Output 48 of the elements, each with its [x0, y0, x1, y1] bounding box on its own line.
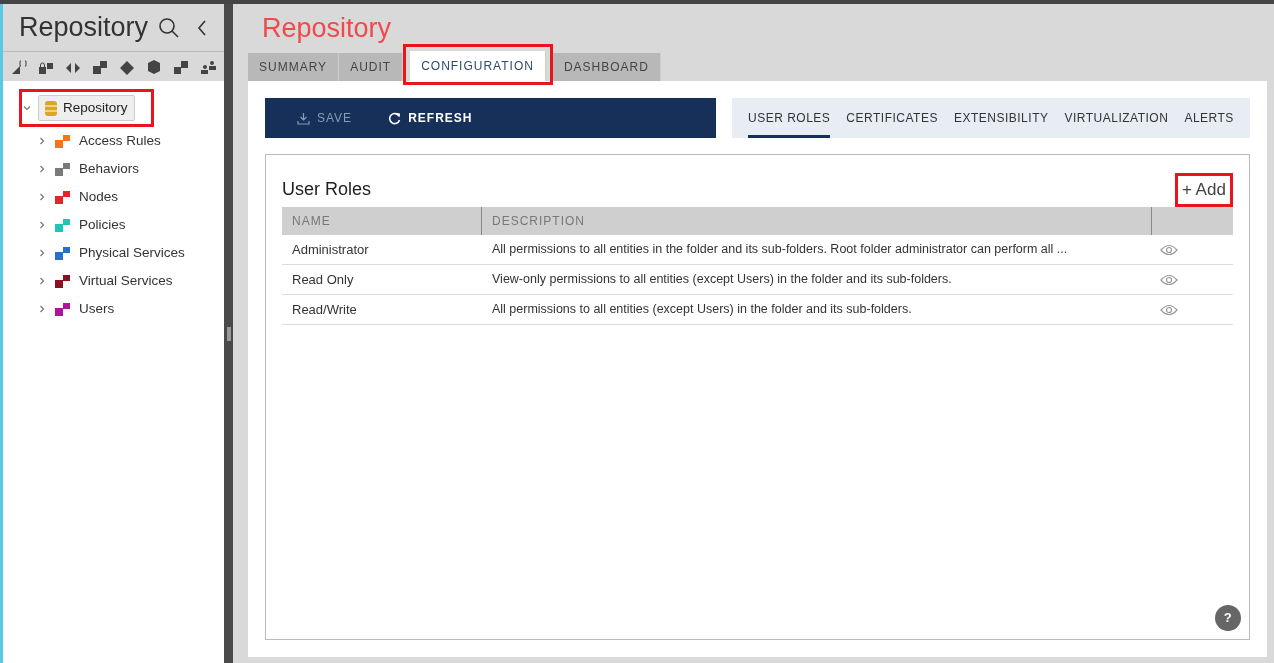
refresh-button[interactable]: REFRESH [388, 109, 473, 127]
page-title: Repository [261, 12, 393, 45]
tree-item[interactable]: Physical Services [79, 243, 185, 264]
table-cell-text: Read/Write [291, 300, 358, 319]
panel-title: User Roles [282, 178, 372, 201]
tab[interactable]: SUMMARY [248, 53, 340, 81]
search-icon[interactable] [158, 16, 180, 39]
table-cell-text: All permissions to all entities (except Users) in the folder and its sub-folders. [491, 301, 913, 319]
chevron-right-icon[interactable] [37, 304, 47, 315]
table-cell-text: View-only permissions to all entities (except Users) in the folder and its sub-folders. [491, 271, 953, 289]
tree-root-item[interactable]: Repository [38, 95, 135, 122]
download-icon [297, 111, 310, 125]
resize-handle[interactable] [226, 326, 231, 341]
subtab[interactable]: USER ROLES [748, 98, 831, 138]
chevron-right-icon[interactable] [37, 192, 47, 203]
help-button[interactable]: ? [1214, 605, 1241, 631]
eye-icon[interactable] [1160, 273, 1178, 286]
table-cell-text: Read Only [291, 270, 355, 289]
triangle-braces-icon[interactable] [10, 57, 28, 76]
subtab[interactable]: ALERTS [1184, 98, 1234, 138]
eye-icon[interactable] [1160, 243, 1178, 256]
column-header: NAME [282, 207, 482, 235]
sidebar-title: Repository [19, 11, 150, 45]
column-header: DESCRIPTION [482, 207, 1152, 235]
subtab[interactable]: VIRTUALIZATION [1064, 98, 1169, 138]
table-cell-text: Administrator [291, 240, 370, 259]
add-button[interactable]: + Add [1179, 178, 1228, 202]
table-cell-text: All permissions to all entities in the folder and its sub-folders. Root folder administrator can perform all ... [491, 241, 1069, 259]
subtab[interactable]: EXTENSIBILITY [953, 98, 1049, 138]
tree-item[interactable]: Behaviors [79, 159, 140, 180]
subtab[interactable]: CERTIFICATES [846, 98, 938, 138]
tab[interactable]: DASHBOARD [552, 53, 661, 81]
database-icon [45, 100, 57, 116]
chevron-right-icon[interactable] [37, 164, 47, 175]
tree-item[interactable]: Access Rules [79, 131, 161, 152]
refresh-icon [388, 111, 402, 125]
tab[interactable]: CONFIGURATION [410, 51, 546, 81]
chevron-right-icon[interactable] [37, 136, 47, 147]
chevron-right-icon[interactable] [37, 248, 47, 259]
tree-item[interactable]: Virtual Services [79, 271, 173, 292]
tab[interactable]: AUDIT [339, 53, 404, 81]
chevron-right-icon[interactable] [37, 220, 47, 231]
chevron-right-icon[interactable] [37, 276, 47, 287]
tree-item[interactable]: Users [79, 299, 115, 320]
hexagon-icon[interactable] [145, 57, 163, 76]
tree-item[interactable]: Policies [79, 215, 126, 236]
eye-icon[interactable] [1160, 303, 1178, 316]
tree-item[interactable]: Nodes [79, 187, 119, 208]
